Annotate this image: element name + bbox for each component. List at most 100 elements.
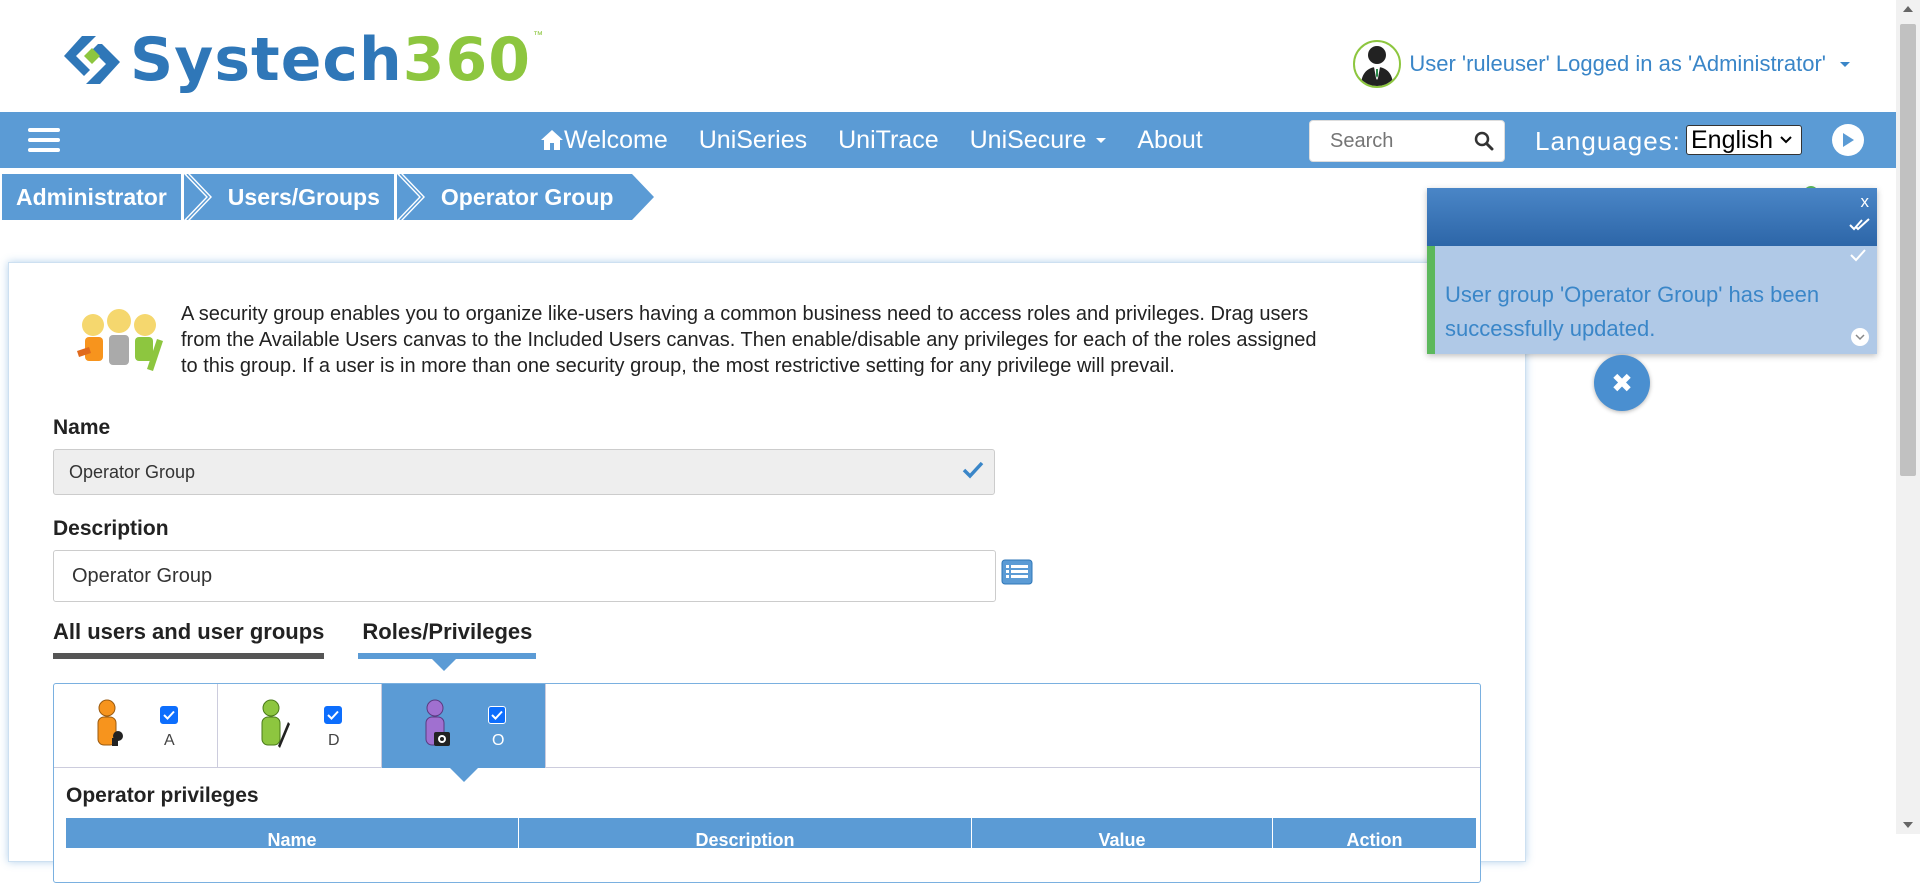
privileges-title: Operator privileges [66, 784, 259, 807]
home-icon [541, 130, 563, 150]
logo-text: Systech360 [130, 30, 531, 90]
user-login-text[interactable]: User 'ruleuser' Logged in as 'Administra… [1409, 51, 1826, 77]
chevron-down-icon [1096, 137, 1107, 143]
logo-trademark: ™ [532, 30, 543, 41]
nav-item-label: Welcome [564, 125, 668, 154]
role-tab-operator[interactable]: O [382, 684, 546, 782]
breadcrumb: Administrator Users/Groups Operator Grou… [2, 174, 655, 220]
tab-roles-privileges[interactable]: Roles/Privileges [358, 619, 537, 671]
role-tab-designer[interactable]: D [218, 684, 382, 768]
app-header: Systech360 ™ User 'ruleuser' Logged in a… [0, 0, 1896, 112]
scrollbar-thumb[interactable] [1900, 24, 1916, 476]
breadcrumb-label: Operator Group [440, 183, 614, 210]
scroll-down-icon[interactable] [1903, 822, 1913, 828]
search-box [1309, 120, 1505, 162]
privileges-table-header: Name Description Value Action [66, 818, 1476, 850]
search-icon[interactable] [1474, 131, 1494, 151]
success-toast: x User group 'Operator Group' has been s… [1427, 188, 1877, 354]
name-value: Operator Group [69, 461, 196, 482]
breadcrumb-separator [183, 174, 212, 220]
close-icon: ✖ [1611, 367, 1633, 398]
intro-line: from the Available Users canvas to the I… [181, 329, 1317, 351]
breadcrumb-label: Administrator [16, 183, 167, 210]
role-checkbox[interactable] [488, 706, 506, 724]
role-tab-administrator[interactable]: A [54, 684, 218, 768]
play-button[interactable] [1832, 124, 1864, 156]
description-label: Description [53, 517, 169, 540]
administrator-role-icon [97, 699, 123, 746]
nav-item-label: UniSecure [969, 125, 1087, 154]
search-input[interactable] [1328, 128, 1458, 154]
check-icon [163, 710, 175, 720]
logo-mark-icon [64, 36, 120, 84]
toast-body: User group 'Operator Group' has been suc… [1427, 246, 1877, 354]
nav-menu: Welcome UniSeries UniTrace UniSecure Abo… [540, 112, 1234, 168]
designer-role-icon [261, 699, 290, 748]
check-icon[interactable] [1849, 248, 1867, 262]
role-letter: O [492, 732, 505, 749]
intro-line: A security group enables you to organize… [181, 303, 1309, 325]
nav-item-unitrace[interactable]: UniTrace [838, 126, 939, 155]
breadcrumb-item-administrator[interactable]: Administrator [2, 174, 181, 220]
toast-close-button[interactable]: x [1861, 192, 1870, 212]
column-header-description[interactable]: Description [519, 818, 972, 850]
group-edit-panel: A security group enables you to organize… [8, 262, 1526, 883]
toast-header: x [1427, 188, 1877, 246]
description-field[interactable]: Operator Group [53, 550, 996, 602]
double-check-icon[interactable] [1849, 218, 1871, 232]
language-selected: English [1691, 125, 1773, 154]
section-tabs: All users and user groups Roles/Privileg… [53, 619, 570, 671]
logo-secondary: 360 [402, 25, 531, 95]
nav-item-uniseries[interactable]: UniSeries [699, 126, 807, 155]
check-icon [491, 710, 503, 720]
role-checkbox[interactable] [160, 706, 178, 724]
role-checkbox[interactable] [324, 706, 342, 724]
systech-logo[interactable]: Systech360 ™ [62, 30, 543, 90]
check-icon [962, 461, 984, 479]
operator-role-icon [425, 699, 450, 746]
chevron-down-icon [1780, 136, 1792, 144]
chevron-down-icon[interactable] [1851, 328, 1869, 346]
languages-label: Languages: [1535, 126, 1681, 156]
nav-item-about[interactable]: About [1137, 126, 1202, 155]
close-notifications-button[interactable]: ✖ [1594, 355, 1650, 411]
role-tabs: A D O [54, 684, 1480, 782]
toast-message: User group 'Operator Group' has been suc… [1445, 282, 1820, 341]
nav-item-unisecure[interactable]: UniSecure [970, 126, 1107, 155]
description-value: Operator Group [72, 564, 213, 587]
breadcrumb-item-operator-group[interactable]: Operator Group [396, 174, 630, 220]
column-header-action[interactable]: Action [1273, 818, 1476, 850]
role-letter: A [164, 732, 175, 749]
nav-item-label: UniSeries [698, 125, 808, 154]
play-icon [1843, 133, 1854, 147]
avatar [1353, 40, 1402, 88]
intro-text: A security group enables you to organize… [181, 301, 1316, 381]
nav-item-welcome[interactable]: Welcome [540, 126, 668, 155]
scroll-up-icon[interactable] [1903, 6, 1913, 12]
security-group-icon [77, 309, 163, 371]
breadcrumb-item-users-groups[interactable]: Users/Groups [183, 174, 394, 220]
main-navbar: Welcome UniSeries UniTrace UniSecure Abo… [0, 112, 1896, 168]
role-letter: D [328, 732, 340, 749]
name-label: Name [53, 416, 111, 439]
nav-item-label: UniTrace [838, 125, 939, 154]
logo-primary: Systech [130, 25, 403, 95]
user-avatar-icon [1361, 46, 1394, 86]
chevron-down-icon[interactable] [1840, 61, 1850, 67]
column-header-value[interactable]: Value [972, 818, 1273, 850]
breadcrumb-separator [396, 174, 425, 220]
check-icon [327, 710, 339, 720]
language-select[interactable]: English [1686, 125, 1802, 155]
roles-panel: A D O Operator privileges Name Descripti… [53, 683, 1481, 883]
intro-line: to this group. If a user is in more than… [181, 355, 1175, 377]
breadcrumb-end-arrow [629, 174, 655, 220]
intro-section: A security group enables you to organize… [71, 301, 1451, 381]
column-header-name[interactable]: Name [66, 818, 519, 850]
page-scrollbar[interactable] [1896, 0, 1920, 834]
user-menu[interactable]: User 'ruleuser' Logged in as 'Administra… [1353, 40, 1850, 88]
nav-item-label: About [1137, 125, 1203, 154]
hamburger-menu-icon[interactable] [28, 128, 60, 154]
tab-all-users[interactable]: All users and user groups [53, 619, 325, 659]
name-field[interactable]: Operator Group [53, 449, 995, 495]
list-icon[interactable] [1001, 559, 1033, 585]
